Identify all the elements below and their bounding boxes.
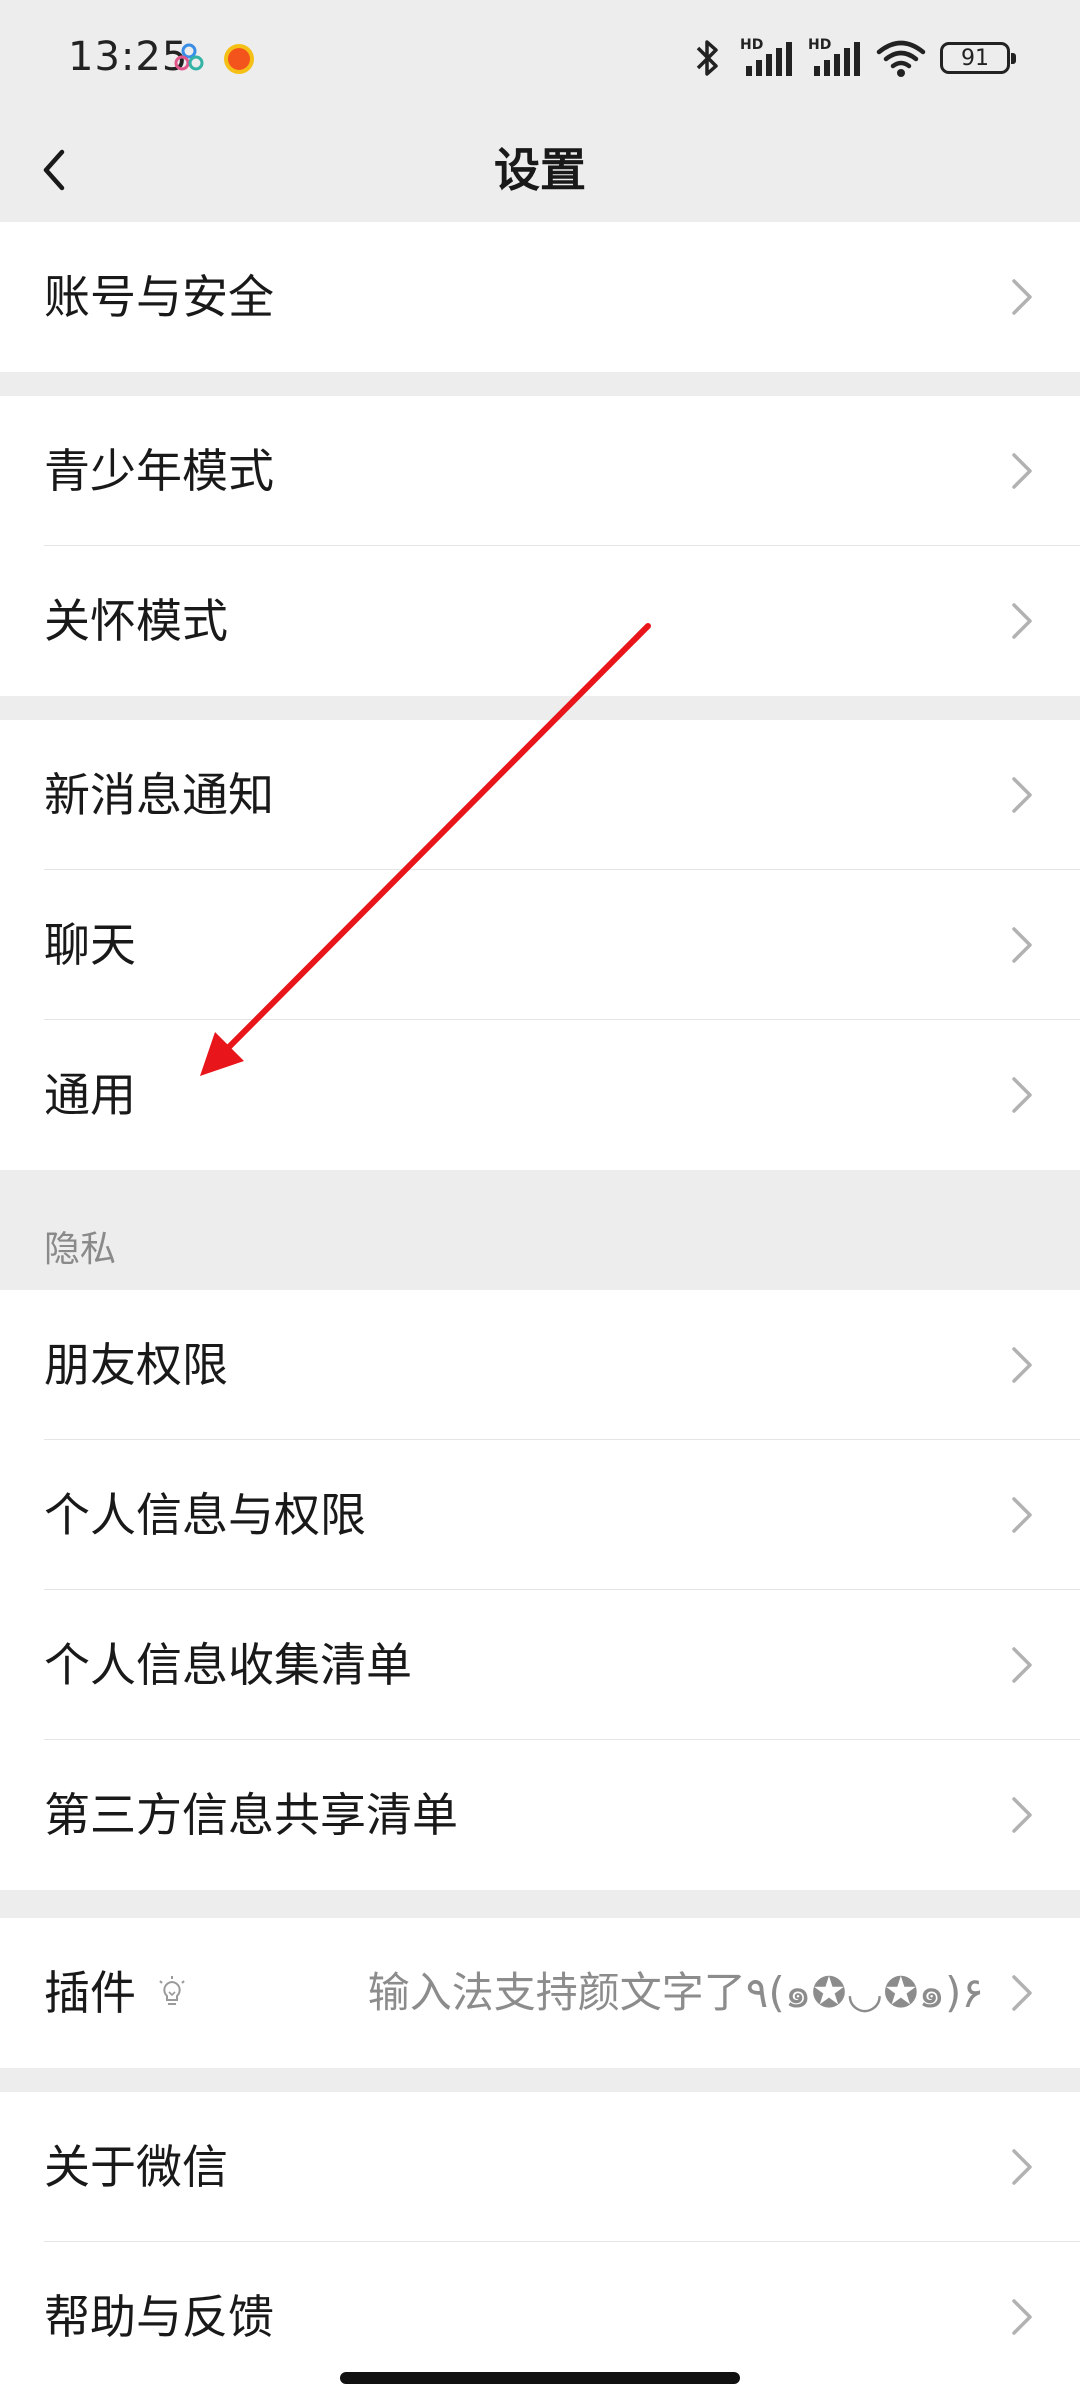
item-label: 插件 [44,1966,136,2020]
home-indicator[interactable] [340,2372,740,2384]
app-notification-icon [174,43,204,71]
chevron-right-icon [1012,1797,1032,1833]
app-notification-icon [224,44,254,74]
general-item[interactable]: 通用 [0,1020,1080,1170]
item-label: 通用 [44,1068,136,1122]
item-label: 聊天 [44,918,136,972]
nav-bar: 设置 [0,118,1080,222]
status-bar: 13:25 HD HD 91 [0,0,1080,118]
plugin-promo-text: 输入法支持颜文字了٩(๑✪◡✪๑)۶ [367,1968,984,2017]
settings-group-account: 账号与安全 [0,222,1080,372]
plugins-item[interactable]: 插件 输入法支持颜文字了٩(๑✪◡✪๑)۶ [0,1918,1080,2068]
settings-group-modes: 青少年模式 关怀模式 [0,396,1080,696]
chevron-right-icon [1012,1077,1032,1113]
item-label: 朋友权限 [44,1338,228,1392]
item-label: 帮助与反馈 [44,2290,274,2344]
chevron-right-icon [1012,453,1032,489]
item-label: 个人信息收集清单 [44,1638,412,1692]
chevron-right-icon [1012,603,1032,639]
signal-hd-label: HD [808,37,831,53]
settings-group-plugins: 插件 输入法支持颜文字了٩(๑✪◡✪๑)۶ [0,1918,1080,2068]
chevron-right-icon [1012,2149,1032,2185]
item-label: 个人信息与权限 [44,1488,366,1542]
teen-mode-item[interactable]: 青少年模式 [0,396,1080,546]
chat-item[interactable]: 聊天 [0,870,1080,1020]
settings-group-general: 新消息通知 聊天 通用 [0,720,1080,1170]
about-wechat-item[interactable]: 关于微信 [0,2092,1080,2242]
new-message-notification-item[interactable]: 新消息通知 [0,720,1080,870]
cellular-signal-icon: HD [740,37,792,76]
item-label: 账号与安全 [44,270,274,324]
privacy-section-header: 隐私 [44,1229,117,1270]
item-label: 第三方信息共享清单 [44,1788,458,1842]
personal-info-permissions-item[interactable]: 个人信息与权限 [0,1440,1080,1590]
battery-icon: 91 [940,42,1016,74]
chevron-right-icon [1012,777,1032,813]
item-label: 关于微信 [44,2140,228,2194]
info-collection-list-item[interactable]: 个人信息收集清单 [0,1590,1080,1740]
settings-group-privacy: 朋友权限 个人信息与权限 个人信息收集清单 第三方信息共享清单 [0,1290,1080,1890]
item-label: 新消息通知 [44,768,274,822]
page-title: 设置 [494,143,586,197]
bluetooth-icon [696,40,718,76]
wifi-icon [876,40,926,77]
third-party-sharing-list-item[interactable]: 第三方信息共享清单 [0,1740,1080,1890]
chevron-right-icon [1012,279,1032,315]
signal-hd-label: HD [740,37,763,53]
cellular-signal-icon: HD [808,37,860,76]
friend-permissions-item[interactable]: 朋友权限 [0,1290,1080,1440]
account-security-item[interactable]: 账号与安全 [0,222,1080,372]
chevron-right-icon [1012,1497,1032,1533]
settings-group-about: 关于微信 帮助与反馈 [0,2092,1080,2400]
chevron-right-icon [1012,1647,1032,1683]
system-status-icons: HD HD 91 [690,34,1016,82]
chevron-right-icon [1012,1347,1032,1383]
item-label: 关怀模式 [44,594,228,648]
item-label: 青少年模式 [44,444,274,498]
chevron-right-icon [1012,1975,1032,2011]
lightbulb-icon [159,1976,185,2005]
chevron-right-icon [1012,2299,1032,2335]
battery-level: 91 [961,45,989,71]
care-mode-item[interactable]: 关怀模式 [0,546,1080,696]
chevron-right-icon [1012,927,1032,963]
